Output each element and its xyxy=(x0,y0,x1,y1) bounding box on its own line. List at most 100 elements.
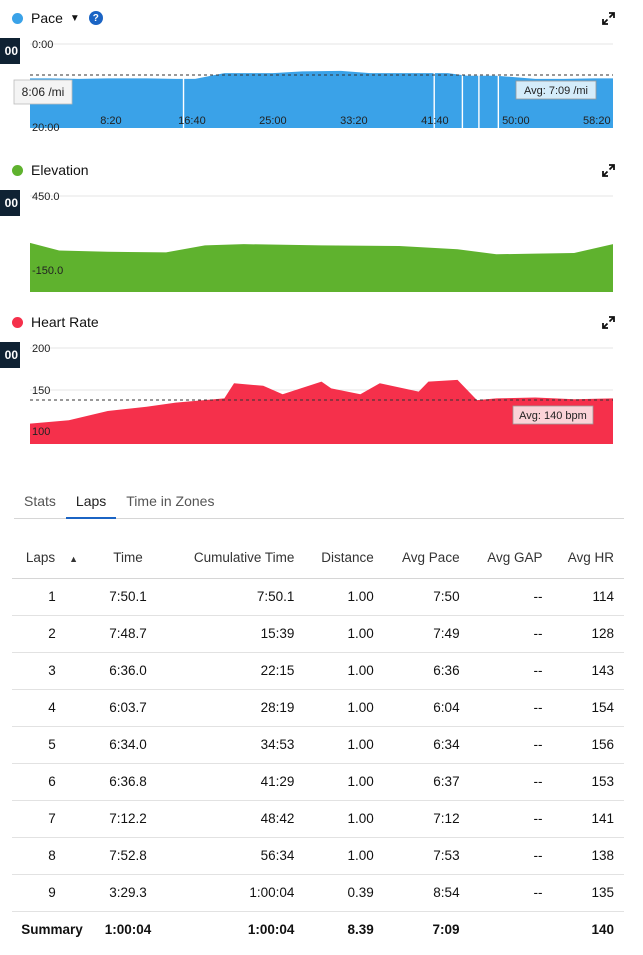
cell-lap: 9 xyxy=(12,874,92,912)
cell-lap: 1 xyxy=(12,578,92,616)
pace-x-tick-label: 50:00 xyxy=(502,115,530,127)
table-row[interactable]: 9 3:29.3 1:00:04 0.39 8:54 -- 135 xyxy=(12,874,624,912)
cell-lap: 5 xyxy=(12,726,92,764)
cell-avg-gap: -- xyxy=(469,615,553,653)
heart-rate-chart-panel: Heart Rate 8:2016:4025:0033:2041:4050:00… xyxy=(0,304,643,444)
summary-cell-lap: Summary xyxy=(21,922,83,938)
cell-distance: 1.00 xyxy=(304,763,384,801)
cell-avg-gap: -- xyxy=(469,578,553,616)
table-header-row: Laps ▲ Time Cumulative Time Distance Avg … xyxy=(12,538,624,579)
column-header-time[interactable]: Time xyxy=(92,538,164,579)
cell-avg-hr: 143 xyxy=(552,652,624,690)
table-row[interactable]: 8 7:52.8 56:34 1.00 7:53 -- 138 xyxy=(12,837,624,875)
column-header-laps[interactable]: Laps ▲ xyxy=(12,538,92,579)
cell-lap: 8 xyxy=(12,837,92,875)
table-row[interactable]: 7 7:12.2 48:42 1.00 7:12 -- 141 xyxy=(12,800,624,838)
pace-y-tick-label: 0:00 xyxy=(32,39,53,51)
cell-time: 6:03.7 xyxy=(92,689,164,727)
elevation-chart-panel: Elevation 8:2016:4025:0033:2041:4050:005… xyxy=(0,152,643,292)
cell-lap: 3 xyxy=(12,652,92,690)
elevation-y-tick-label: -150.0 xyxy=(32,265,63,277)
elevation-area xyxy=(30,242,613,292)
cell-avg-hr: 154 xyxy=(552,689,624,727)
heart-rate-y-tick-label: 100 xyxy=(32,426,50,438)
cell-distance: 1.00 xyxy=(304,578,384,616)
cell-avg-pace: 6:04 xyxy=(383,689,470,727)
elevation-y-axis-box-label: 00 xyxy=(5,196,19,210)
heart-rate-chart[interactable]: 8:2016:4025:0033:2041:4050:0058:20200150… xyxy=(0,304,643,444)
pace-x-tick-label: 16:40 xyxy=(178,115,206,127)
cell-time: 7:48.7 xyxy=(92,615,164,653)
cell-avg-gap: -- xyxy=(469,652,553,690)
tab-time-in-zones[interactable]: Time in Zones xyxy=(116,486,224,519)
pace-x-tick-label: 8:20 xyxy=(100,115,121,127)
cell-avg-pace: 7:12 xyxy=(383,800,470,838)
cell-lap: 7 xyxy=(12,800,92,838)
cell-cumulative-time: 48:42 xyxy=(164,800,305,838)
column-header-cumulative-time[interactable]: Cumulative Time xyxy=(164,538,305,579)
summary-cell-avg-gap xyxy=(470,911,553,948)
cell-avg-hr: 156 xyxy=(552,726,624,764)
cell-avg-gap: -- xyxy=(469,689,553,727)
cell-time: 7:12.2 xyxy=(92,800,164,838)
summary-row: Summary 1:00:04 1:00:04 8.39 7:09 140 xyxy=(12,911,624,948)
elevation-y-tick-label: 450.0 xyxy=(32,191,60,203)
table-row[interactable]: 3 6:36.0 22:15 1.00 6:36 -- 143 xyxy=(12,652,624,690)
heart-rate-y-tick-label: 150 xyxy=(32,385,50,397)
pace-chart-panel: Pace ▼ ? 8:20 16:40 25:00 33:20 41:40 50:00 58… xyxy=(0,0,643,140)
column-header-avg-gap[interactable]: Avg GAP xyxy=(469,538,553,579)
cell-cumulative-time: 1:00:04 xyxy=(164,874,305,912)
pace-avg-label: Avg: 7:09 /mi xyxy=(524,85,588,97)
table-row[interactable]: 6 6:36.8 41:29 1.00 6:37 -- 153 xyxy=(12,763,624,801)
summary-cell-avg-hr: 140 xyxy=(591,922,614,938)
cell-distance: 1.00 xyxy=(304,800,384,838)
cell-avg-gap: -- xyxy=(469,874,553,912)
cell-time: 6:36.8 xyxy=(92,763,164,801)
pace-x-tick-label: 25:00 xyxy=(259,115,287,127)
pace-x-tick-label: 58:20 xyxy=(583,115,611,127)
table-row[interactable]: 5 6:34.0 34:53 1.00 6:34 -- 156 xyxy=(12,726,624,764)
table-row[interactable]: 2 7:48.7 15:39 1.00 7:49 -- 128 xyxy=(12,615,624,653)
cell-time: 6:36.0 xyxy=(92,652,164,690)
cell-avg-gap: -- xyxy=(469,763,553,801)
cell-avg-gap: -- xyxy=(469,800,553,838)
heart-rate-y-tick-label: 200 xyxy=(32,343,50,355)
cell-avg-pace: 7:53 xyxy=(383,837,470,875)
column-header-distance[interactable]: Distance xyxy=(304,538,384,579)
cell-cumulative-time: 28:19 xyxy=(164,689,305,727)
elevation-chart[interactable]: 8:2016:4025:0033:2041:4050:0058:20450.0-… xyxy=(0,152,643,292)
summary-cell-avg-pace: 7:09 xyxy=(432,922,460,938)
laps-table: Laps ▲ Time Cumulative Time Distance Avg … xyxy=(12,538,624,948)
cell-avg-pace: 8:54 xyxy=(383,874,470,912)
cell-distance: 1.00 xyxy=(304,652,384,690)
cell-avg-hr: 128 xyxy=(552,615,624,653)
cell-distance: 1.00 xyxy=(304,689,384,727)
cell-cumulative-time: 15:39 xyxy=(164,615,305,653)
summary-cell-distance: 8.39 xyxy=(347,922,374,938)
cell-lap: 6 xyxy=(12,763,92,801)
cell-avg-pace: 7:49 xyxy=(383,615,470,653)
pace-x-tick-label: 33:20 xyxy=(340,115,368,127)
heart-rate-avg-label: Avg: 140 bpm xyxy=(519,410,587,422)
cell-cumulative-time: 41:29 xyxy=(164,763,305,801)
heart-rate-y-axis-box-label: 00 xyxy=(5,348,19,362)
pace-x-tick-label: 41:40 xyxy=(421,115,449,127)
table-row[interactable]: 1 7:50.1 7:50.1 1.00 7:50 -- 114 xyxy=(12,578,624,616)
cell-avg-pace: 6:34 xyxy=(383,726,470,764)
cell-avg-hr: 141 xyxy=(552,800,624,838)
cell-time: 7:52.8 xyxy=(92,837,164,875)
pace-chart[interactable]: 8:20 16:40 25:00 33:20 41:40 50:00 58:20 0:00 20… xyxy=(0,0,643,140)
table-row[interactable]: 4 6:03.7 28:19 1.00 6:04 -- 154 xyxy=(12,689,624,727)
tab-stats[interactable]: Stats xyxy=(14,486,66,519)
cell-cumulative-time: 34:53 xyxy=(164,726,305,764)
cell-time: 7:50.1 xyxy=(92,578,164,616)
pace-y-tick-label: 20:00 xyxy=(32,122,60,134)
cell-avg-hr: 153 xyxy=(552,763,624,801)
column-header-avg-pace[interactable]: Avg Pace xyxy=(383,538,470,579)
tab-laps[interactable]: Laps xyxy=(65,486,117,519)
cell-avg-pace: 7:50 xyxy=(383,578,470,616)
cell-avg-hr: 114 xyxy=(552,578,624,616)
column-header-avg-hr[interactable]: Avg HR xyxy=(552,538,624,579)
tab-bar: Stats Laps Time in Zones xyxy=(14,486,624,519)
cell-time: 6:34.0 xyxy=(92,726,164,764)
